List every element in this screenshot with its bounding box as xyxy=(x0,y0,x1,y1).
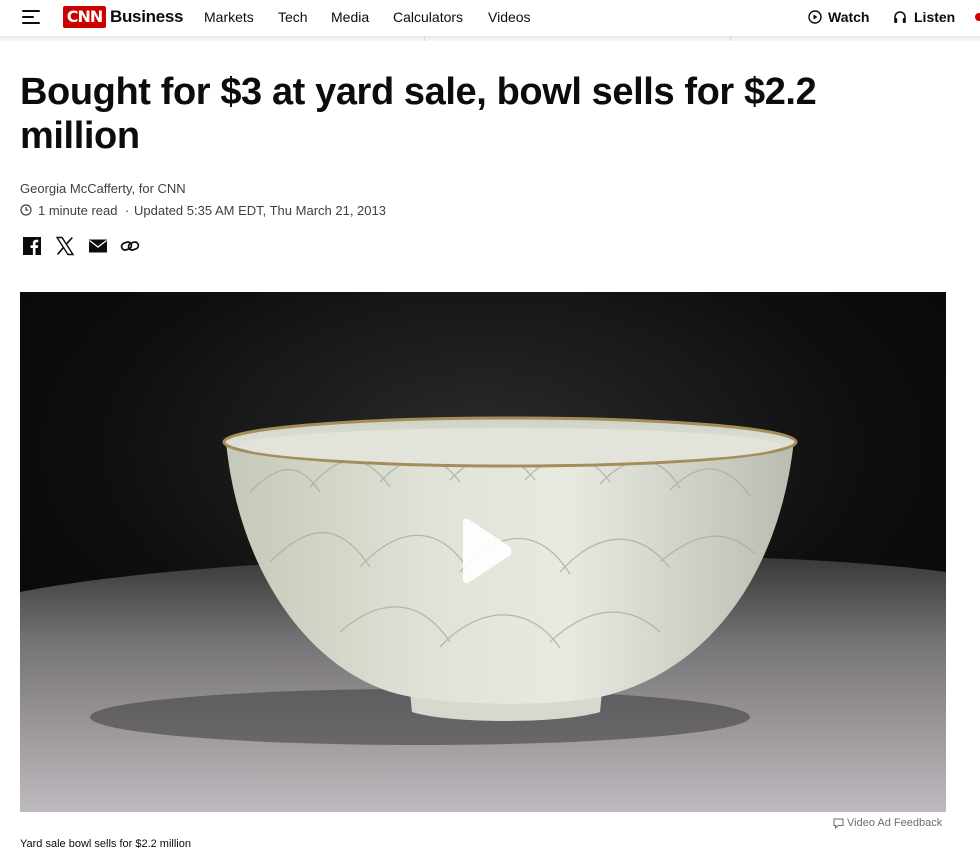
play-circle-icon[interactable] xyxy=(808,10,822,24)
ad-feedback-label: Video Ad Feedback xyxy=(847,817,943,829)
read-time: 1 minute read xyxy=(38,203,118,218)
updated-timestamp: Updated 5:35 AM EDT, Thu March 21, 2013 xyxy=(134,203,386,218)
x-icon[interactable] xyxy=(54,236,76,256)
listen-link[interactable]: Listen xyxy=(914,9,955,25)
play-button-icon[interactable] xyxy=(457,518,513,584)
header-divider xyxy=(730,36,731,41)
video-caption: Yard sale bowl sells for $2.2 million xyxy=(20,838,191,850)
feedback-icon xyxy=(833,818,844,829)
link-icon[interactable] xyxy=(119,236,141,256)
article-headline: Bought for $3 at yard sale, bowl sells f… xyxy=(20,71,817,157)
facebook-icon[interactable] xyxy=(21,236,43,256)
nav-item-media[interactable]: Media xyxy=(331,9,369,25)
watch-link[interactable]: Watch xyxy=(828,9,869,25)
headphones-icon[interactable] xyxy=(893,10,907,24)
video-player[interactable] xyxy=(20,292,946,812)
section-logo-business[interactable]: Business xyxy=(110,7,183,27)
menu-icon[interactable] xyxy=(22,9,40,25)
header-divider xyxy=(424,36,425,41)
separator-dot: · xyxy=(125,203,130,218)
byline[interactable]: Georgia McCafferty, for CNN xyxy=(20,181,186,196)
site-header: CNN Business Markets Tech Media Calculat… xyxy=(0,0,980,36)
nav-item-videos[interactable]: Videos xyxy=(488,9,531,25)
clock-icon xyxy=(20,204,32,216)
cnn-logo[interactable]: CNN xyxy=(63,6,106,28)
live-indicator-icon xyxy=(975,13,980,21)
header-shadow xyxy=(0,36,980,41)
nav-item-markets[interactable]: Markets xyxy=(204,9,254,25)
nav-item-tech[interactable]: Tech xyxy=(278,9,308,25)
email-icon[interactable] xyxy=(87,236,109,256)
nav-item-calculators[interactable]: Calculators xyxy=(393,9,463,25)
